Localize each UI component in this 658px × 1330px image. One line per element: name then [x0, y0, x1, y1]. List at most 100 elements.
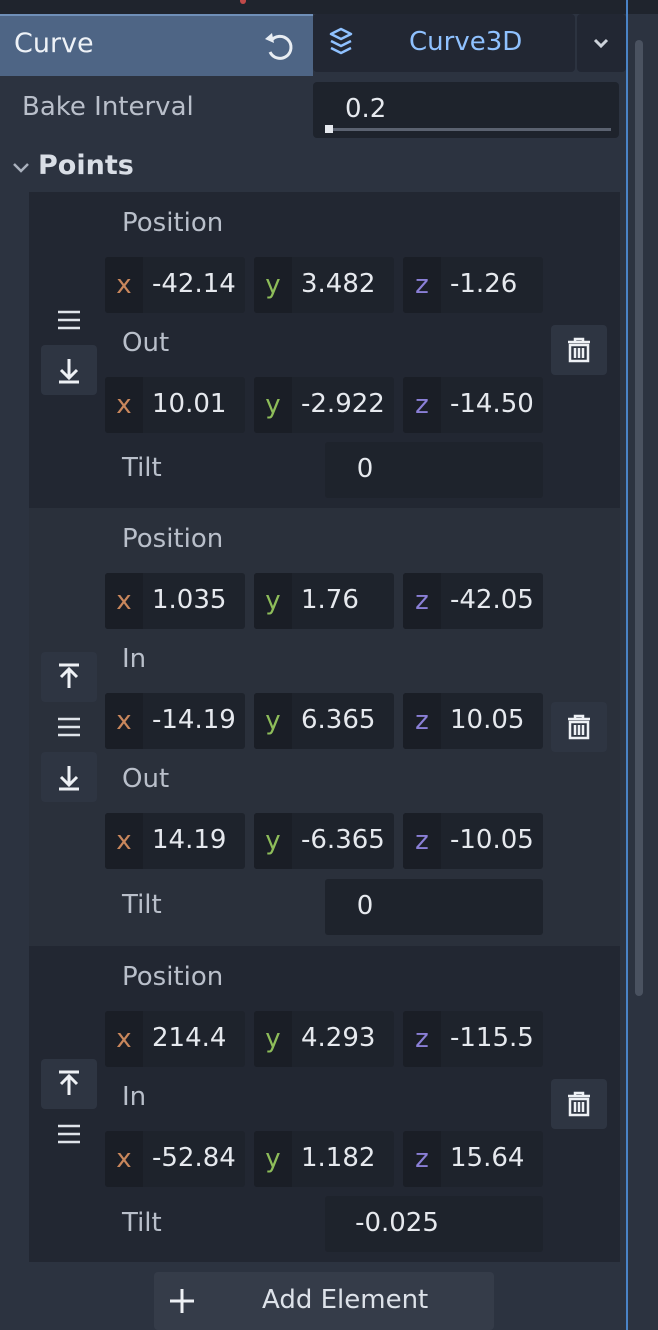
axis-y-label: y: [254, 813, 292, 869]
position-y-value: 4.293: [301, 1023, 376, 1053]
axis-x-label: x: [105, 573, 143, 629]
position-y-field[interactable]: y 3.482: [254, 257, 394, 313]
bake-interval-slider-track[interactable]: [325, 128, 611, 131]
position-y-value: 1.76: [301, 585, 359, 615]
chevron-down-icon: [593, 38, 609, 49]
axis-x-label: x: [105, 693, 143, 749]
tilt-field[interactable]: 0: [325, 442, 543, 498]
trash-icon: [568, 714, 590, 740]
tilt-value: 0: [356, 891, 374, 921]
drag-handle-icon: [58, 310, 80, 330]
position-label: Position: [122, 524, 224, 554]
drag-handle-icon: [58, 1124, 80, 1144]
in-y-field[interactable]: y 1.182: [254, 1131, 394, 1187]
tilt-value: 0: [356, 454, 374, 484]
tilt-label: Tilt: [122, 890, 162, 920]
points-section-header[interactable]: Points: [0, 142, 626, 190]
axis-y-label: y: [254, 693, 292, 749]
axis-y-label: y: [254, 573, 292, 629]
resource-picker[interactable]: Curve3D: [313, 14, 575, 72]
position-z-value: -42.05: [450, 585, 534, 615]
position-z-field[interactable]: z -115.5: [403, 1011, 543, 1067]
axis-x-label: x: [105, 377, 143, 433]
move-up-button[interactable]: [41, 652, 97, 702]
in-y-field[interactable]: y 6.365: [254, 693, 394, 749]
move-up-icon: [59, 1070, 79, 1095]
move-up-button[interactable]: [41, 1059, 97, 1109]
position-vector: x 1.035 y 1.76 z -42.05: [105, 573, 543, 629]
scrollbar[interactable]: [635, 40, 643, 996]
out-label: Out: [122, 764, 170, 794]
position-vector: x -42.14 y 3.482 z -1.26: [105, 257, 543, 313]
modified-marker: [240, 0, 246, 4]
points-label: Points: [38, 150, 134, 181]
panel-edge: [626, 0, 628, 1330]
trash-icon: [568, 337, 590, 363]
position-y-value: 3.482: [301, 269, 376, 299]
add-element-button[interactable]: Add Element: [154, 1272, 494, 1330]
move-down-button[interactable]: [41, 345, 97, 395]
move-down-icon: [59, 359, 79, 384]
out-y-field[interactable]: y -6.365: [254, 813, 394, 869]
bake-interval-slider-grabber[interactable]: [325, 125, 333, 133]
resource-dropdown-button[interactable]: [577, 14, 626, 72]
axis-y-label: y: [254, 1131, 292, 1187]
out-y-field[interactable]: y -2.922: [254, 377, 394, 433]
plus-icon: [170, 1289, 194, 1313]
position-x-value: 1.035: [152, 585, 227, 615]
out-z-field[interactable]: z -10.05: [403, 813, 543, 869]
in-y-value: 6.365: [301, 705, 376, 735]
revert-icon[interactable]: [262, 30, 296, 64]
tilt-field[interactable]: -0.025: [325, 1196, 543, 1252]
delete-element-button[interactable]: [551, 325, 607, 375]
out-z-value: -10.05: [450, 825, 534, 855]
in-x-field[interactable]: x -14.19: [105, 693, 245, 749]
out-label: Out: [122, 328, 170, 358]
position-x-value: 214.4: [152, 1023, 227, 1053]
in-x-value: -52.84: [152, 1143, 236, 1173]
drag-handle[interactable]: [41, 1109, 97, 1159]
out-x-field[interactable]: x 14.19: [105, 813, 245, 869]
in-label: In: [122, 644, 147, 674]
out-z-field[interactable]: z -14.50: [403, 377, 543, 433]
in-z-field[interactable]: z 15.64: [403, 1131, 543, 1187]
point-element-0: Position x -42.14 y 3.482 z -1.26 Out x 10.0…: [29, 192, 620, 508]
chevron-down-icon: [13, 163, 29, 173]
out-vector: x 14.19 y -6.365 z -10.05: [105, 813, 543, 869]
axis-x-label: x: [105, 257, 143, 313]
in-x-field[interactable]: x -52.84: [105, 1131, 245, 1187]
delete-element-button[interactable]: [551, 1079, 607, 1129]
in-y-value: 1.182: [301, 1143, 376, 1173]
out-z-value: -14.50: [450, 389, 534, 419]
top-strip: [0, 0, 658, 14]
axis-x-label: x: [105, 813, 143, 869]
move-down-button[interactable]: [41, 752, 97, 802]
position-y-field[interactable]: y 4.293: [254, 1011, 394, 1067]
tilt-field[interactable]: 0: [325, 879, 543, 935]
bake-interval-field[interactable]: 0.2: [313, 82, 619, 138]
in-z-value: 10.05: [450, 705, 525, 735]
tilt-label: Tilt: [122, 453, 162, 483]
in-z-value: 15.64: [450, 1143, 525, 1173]
drag-handle[interactable]: [41, 295, 97, 345]
axis-x-label: x: [105, 1131, 143, 1187]
position-z-field[interactable]: z -42.05: [403, 573, 543, 629]
inspector-panel: Curve Curve3D Bake Interval 0.2 Points P…: [0, 0, 658, 1330]
out-x-field[interactable]: x 10.01: [105, 377, 245, 433]
position-x-field[interactable]: x 214.4: [105, 1011, 245, 1067]
position-label: Position: [122, 962, 224, 992]
position-x-field[interactable]: x -42.14: [105, 257, 245, 313]
point-element-2: Position x 214.4 y 4.293 z -115.5 In x -52.8…: [29, 946, 620, 1262]
position-z-field[interactable]: z -1.26: [403, 257, 543, 313]
move-down-icon: [59, 766, 79, 791]
drag-handle[interactable]: [41, 702, 97, 752]
in-z-field[interactable]: z 10.05: [403, 693, 543, 749]
bake-interval-row: Bake Interval 0.2: [0, 76, 626, 140]
position-x-value: -42.14: [152, 269, 236, 299]
position-x-field[interactable]: x 1.035: [105, 573, 245, 629]
delete-element-button[interactable]: [551, 702, 607, 752]
axis-z-label: z: [403, 693, 441, 749]
position-y-field[interactable]: y 1.76: [254, 573, 394, 629]
bake-interval-label: Bake Interval: [22, 92, 194, 122]
add-element-label: Add Element: [262, 1285, 429, 1315]
